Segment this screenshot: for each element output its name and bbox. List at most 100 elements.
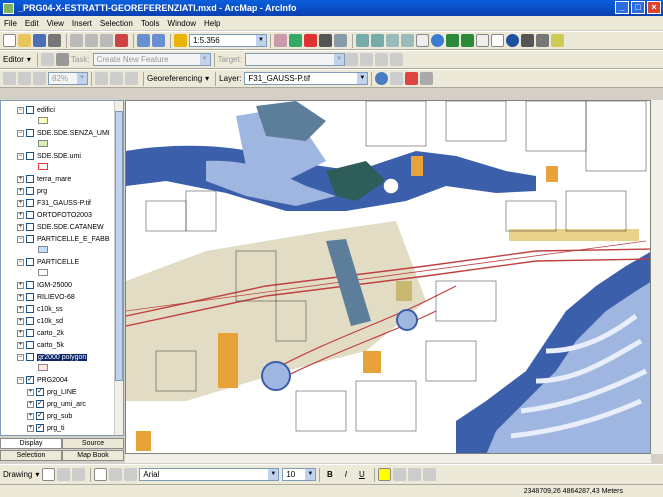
pan-icon[interactable] — [416, 34, 429, 47]
expand-icon[interactable]: + — [17, 341, 24, 349]
print-icon[interactable] — [48, 34, 61, 47]
rotate-icon[interactable] — [375, 72, 389, 85]
layer-visibility-checkbox[interactable] — [26, 281, 34, 289]
toc-layer-row[interactable]: − edifici — [17, 104, 55, 116]
layer-name[interactable]: F31_GAUSS-P.tif — [37, 200, 91, 207]
contrast-icon[interactable] — [3, 72, 16, 85]
zoom-combo[interactable]: 82% ▼ — [48, 72, 88, 85]
layer-visibility-checkbox[interactable] — [26, 293, 34, 301]
add-control-points-icon[interactable] — [405, 72, 419, 85]
toc-layer-row[interactable]: − ✓ PRG2004 — [17, 374, 68, 386]
layer-visibility-checkbox[interactable] — [26, 175, 34, 183]
layer-name[interactable]: SDE.SDE.umi — [37, 153, 81, 160]
brightness-icon[interactable] — [18, 72, 31, 85]
command-line-icon[interactable] — [319, 34, 332, 47]
toc-layer-row[interactable]: − PARTICELLE — [17, 256, 79, 268]
expand-icon[interactable]: + — [17, 281, 24, 289]
collapse-icon[interactable]: − — [17, 353, 24, 361]
zoom-in-icon[interactable] — [356, 34, 369, 47]
collapse-icon[interactable]: − — [17, 106, 24, 114]
fixed-zoom-out-icon[interactable] — [401, 34, 414, 47]
expand-icon[interactable]: + — [17, 223, 24, 231]
expand-icon[interactable]: + — [27, 400, 34, 408]
rotate-element-icon[interactable] — [57, 468, 71, 481]
target-combo[interactable]: ▼ — [245, 53, 346, 66]
select-features-icon[interactable] — [476, 34, 489, 47]
menu-insert[interactable]: Insert — [72, 19, 92, 28]
sketch-tool-icon[interactable] — [55, 53, 69, 66]
menu-file[interactable]: File — [4, 19, 17, 28]
expand-icon[interactable]: + — [17, 293, 24, 301]
line-color-icon[interactable] — [408, 468, 422, 481]
layer-name[interactable]: PRG2004 — [37, 377, 68, 384]
collapse-icon[interactable]: − — [17, 258, 24, 266]
layer-visibility-checkbox[interactable] — [26, 199, 34, 207]
hyperlink-icon[interactable] — [551, 34, 564, 47]
layer-visibility-checkbox[interactable] — [26, 152, 34, 160]
find-icon[interactable] — [521, 34, 534, 47]
collapse-icon[interactable]: − — [17, 376, 24, 384]
toc-layer-row[interactable]: + carto_2k — [17, 327, 64, 339]
layer-name[interactable]: PARTICELLE_E_FABB — [37, 236, 110, 243]
whats-this-icon[interactable] — [334, 34, 347, 47]
layer-name[interactable]: prg_umi_arc — [47, 401, 86, 408]
font-combo[interactable]: Arial ▼ — [139, 468, 280, 481]
layer-visibility-checkbox[interactable]: ✓ — [36, 412, 44, 420]
paste-icon[interactable] — [100, 34, 113, 47]
new-document-icon[interactable] — [3, 34, 16, 47]
menu-window[interactable]: Window — [168, 19, 196, 28]
editor-toolbar-icon[interactable] — [274, 34, 287, 47]
layer-visibility-checkbox[interactable] — [26, 129, 34, 137]
select-elements-icon[interactable] — [491, 34, 504, 47]
layer-visibility-checkbox[interactable]: ✓ — [36, 388, 44, 396]
toc-layer-row[interactable]: + ✓ prg_ti — [27, 422, 65, 434]
split-tool-icon[interactable] — [345, 53, 359, 66]
layer-name[interactable]: SDE.SDE.CATANEW — [37, 224, 104, 231]
layer-visibility-checkbox[interactable]: ✓ — [36, 424, 44, 432]
transparency-icon[interactable] — [33, 72, 46, 85]
toc-layer-row[interactable]: + ✓ prg_LINE — [27, 386, 77, 398]
expand-icon[interactable]: + — [27, 388, 34, 396]
menu-edit[interactable]: Edit — [25, 19, 39, 28]
toc-layer-row[interactable]: + ✓ prg_umi_arc — [27, 398, 86, 410]
rotate-tool-icon[interactable] — [360, 53, 374, 66]
identify-icon[interactable] — [506, 34, 519, 47]
layer-visibility-checkbox[interactable] — [26, 106, 34, 114]
layer-visibility-checkbox[interactable] — [26, 187, 34, 195]
scale-combo[interactable]: 1:5.356 ▼ — [189, 34, 267, 47]
expand-icon[interactable]: + — [17, 329, 24, 337]
effects-icon[interactable] — [125, 72, 138, 85]
expand-icon[interactable]: + — [17, 187, 24, 195]
layer-name[interactable]: carto_5k — [37, 342, 64, 349]
toc-layer-row[interactable]: +✓prg_zo — [27, 434, 68, 435]
layer-visibility-checkbox[interactable] — [26, 317, 34, 325]
undo-icon[interactable] — [137, 34, 150, 47]
layer-name[interactable]: prg_ti — [47, 425, 65, 432]
rectangle-tool-icon[interactable] — [94, 468, 108, 481]
swipe-icon[interactable] — [95, 72, 108, 85]
expand-icon[interactable]: + — [17, 317, 24, 325]
toc-layer-row[interactable]: − gr2000 polygon — [17, 351, 88, 363]
layer-visibility-checkbox[interactable] — [26, 305, 34, 313]
tab-map-book[interactable]: Map Book — [62, 450, 124, 461]
layer-name[interactable]: terra_mare — [37, 176, 71, 183]
cut-icon[interactable] — [70, 34, 83, 47]
maximize-button[interactable]: □ — [631, 1, 645, 14]
task-combo[interactable]: Create New Feature ▼ — [92, 53, 211, 66]
layer-name[interactable]: prg_sub — [47, 413, 72, 420]
layer-visibility-checkbox[interactable]: ✓ — [26, 376, 34, 384]
toc-layer-row[interactable]: + terra_mare — [17, 173, 71, 185]
toc-layer-row[interactable]: + F31_GAUSS-P.tif — [17, 197, 91, 209]
arcmap-toolbox-icon[interactable] — [304, 34, 317, 47]
toc-layer-row[interactable]: + IGM-25000 — [17, 279, 72, 291]
georeferencing-menu[interactable]: Georeferencing — [147, 74, 202, 83]
toc-layer-row[interactable]: + carto_5k — [17, 339, 64, 351]
minimize-button[interactable]: _ — [615, 1, 629, 14]
layer-visibility-checkbox[interactable] — [26, 211, 34, 219]
menu-selection[interactable]: Selection — [100, 19, 133, 28]
edit-vertices-icon[interactable] — [124, 468, 138, 481]
italic-button[interactable]: I — [339, 470, 352, 479]
toc-layer-row[interactable]: − SDE.SDE.SENZA_UMI — [17, 127, 110, 139]
layer-name[interactable]: SDE.SDE.SENZA_UMI — [37, 130, 110, 137]
fixed-zoom-in-icon[interactable] — [386, 34, 399, 47]
